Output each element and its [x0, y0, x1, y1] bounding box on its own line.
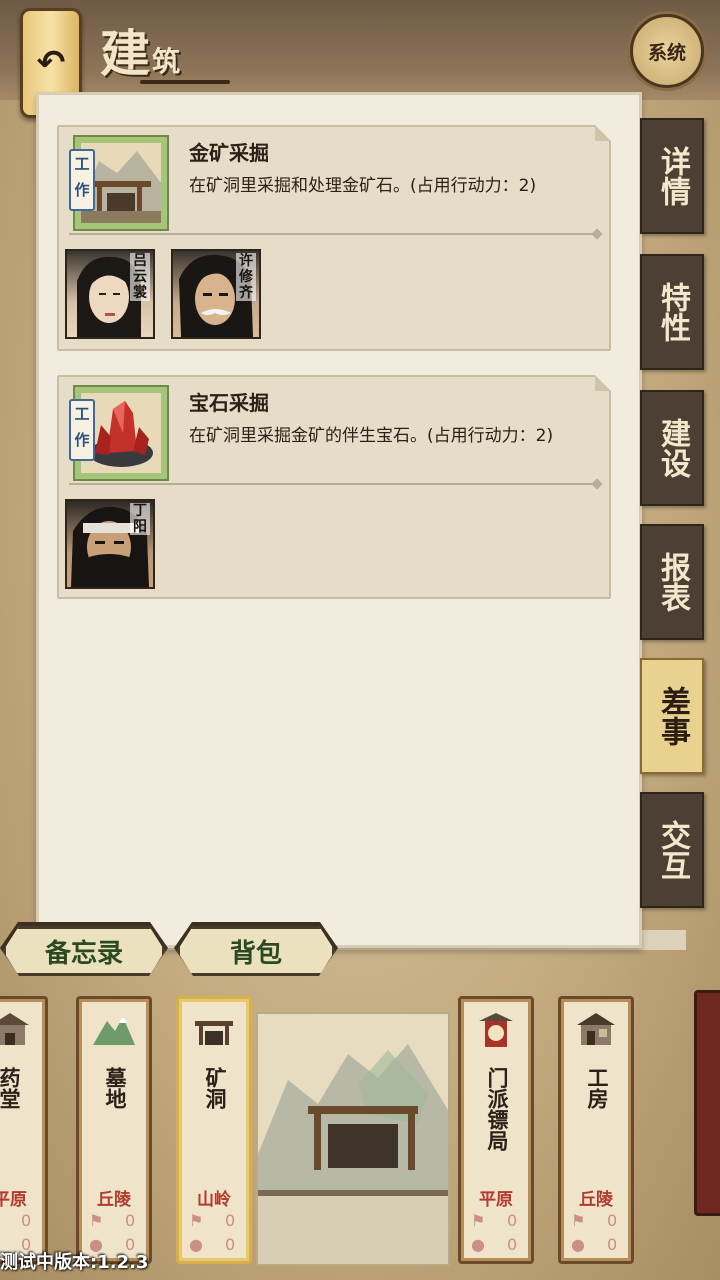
mine-cart-icon: 工作	[69, 135, 169, 231]
tab-traits[interactable]: 特性	[640, 254, 704, 370]
worker-portrait[interactable]: 许修齐	[171, 249, 261, 339]
flag-stat: ⚑ 0	[89, 1211, 136, 1230]
return-arrow-icon: ↶	[36, 43, 66, 83]
building-name: 药堂	[0, 1067, 21, 1109]
system-button[interactable]: 系统	[630, 14, 704, 88]
terrain-label: 平原	[0, 1190, 27, 1210]
job-card-gem[interactable]: 工作 宝石采掘 在矿洞里采掘金矿的伴生宝石。(占用行动力：2) 丁阳	[57, 375, 611, 599]
terrain-label: 山岭	[197, 1190, 231, 1210]
building-name: 矿洞	[203, 1067, 227, 1109]
mine-scene-illustration	[256, 1012, 450, 1266]
mine-icon	[193, 1011, 235, 1049]
worker-portrait[interactable]: 吕云裳	[65, 249, 155, 339]
worker-portrait[interactable]: 丁阳	[65, 499, 155, 589]
building-card-mine[interactable]: 矿洞 山岭 ⚑ 0 ● 0	[176, 996, 252, 1264]
flag-stat: ⚑ 0	[471, 1211, 518, 1230]
building-card-graveyard[interactable]: 墓地 丘陵 ⚑ 0 ● 0	[76, 996, 152, 1264]
person-stat: ● 0	[189, 1235, 236, 1254]
tab-details[interactable]: 详情	[640, 118, 704, 234]
work-tag: 工作	[69, 149, 95, 211]
person-stat: ● 0	[571, 1235, 618, 1254]
work-tag: 工作	[69, 399, 95, 461]
job-title: 金矿采掘	[189, 141, 269, 165]
flag-stat: ⚑ 0	[571, 1211, 618, 1230]
person-stat: ● 0	[471, 1235, 518, 1254]
tab-errands[interactable]: 差事	[640, 658, 704, 774]
building-card-workshop[interactable]: 工房 丘陵 ⚑ 0 ● 0	[558, 996, 634, 1264]
tab-report[interactable]: 报表	[640, 524, 704, 640]
building-icon	[0, 1011, 31, 1049]
red-gem-icon: 工作	[69, 385, 169, 481]
mountain-icon	[93, 1011, 135, 1049]
building-name: 墓地	[103, 1067, 127, 1109]
tab-construction[interactable]: 建设	[640, 390, 704, 506]
flag-stat: ⚑ 0	[189, 1211, 236, 1230]
terrain-label: 平原	[479, 1190, 513, 1210]
next-panel-edge[interactable]	[694, 990, 720, 1216]
job-title: 宝石采掘	[189, 391, 269, 415]
workshop-icon	[575, 1011, 617, 1049]
building-name: 工房	[585, 1067, 609, 1109]
page-title: 建筑	[100, 14, 230, 84]
building-card-escort[interactable]: 门派镖局 平原 ⚑ 0 ● 0	[458, 996, 534, 1264]
job-description: 在矿洞里采掘金矿的伴生宝石。(占用行动力：2)	[189, 426, 554, 446]
bag-button[interactable]: 背包	[177, 926, 335, 976]
terrain-label: 丘陵	[579, 1190, 613, 1210]
tab-interact[interactable]: 交互	[640, 792, 704, 908]
divider	[69, 483, 597, 485]
version-label: 测试中版本:1.2.3	[0, 1252, 149, 1273]
terrain-label: 丘陵	[97, 1190, 131, 1210]
divider	[69, 233, 597, 235]
worker-name: 丁阳	[130, 503, 150, 535]
job-card-gold[interactable]: 工作 金矿采掘 在矿洞里采掘和处理金矿石。(占用行动力：2) 吕云裳 许修齐	[57, 125, 611, 351]
worker-name: 吕云裳	[130, 253, 150, 301]
job-description: 在矿洞里采掘和处理金矿石。(占用行动力：2)	[189, 176, 537, 196]
building-card-pharmacy[interactable]: 药堂 平原 ⚑0 ●0	[0, 996, 48, 1264]
building-name: 门派镖局	[485, 1067, 509, 1151]
escort-banner-icon	[475, 1011, 517, 1049]
jobs-panel: 工作 金矿采掘 在矿洞里采掘和处理金矿石。(占用行动力：2) 吕云裳 许修齐 工…	[36, 92, 642, 948]
memo-button[interactable]: 备忘录	[3, 926, 165, 976]
worker-name: 许修齐	[236, 253, 256, 301]
